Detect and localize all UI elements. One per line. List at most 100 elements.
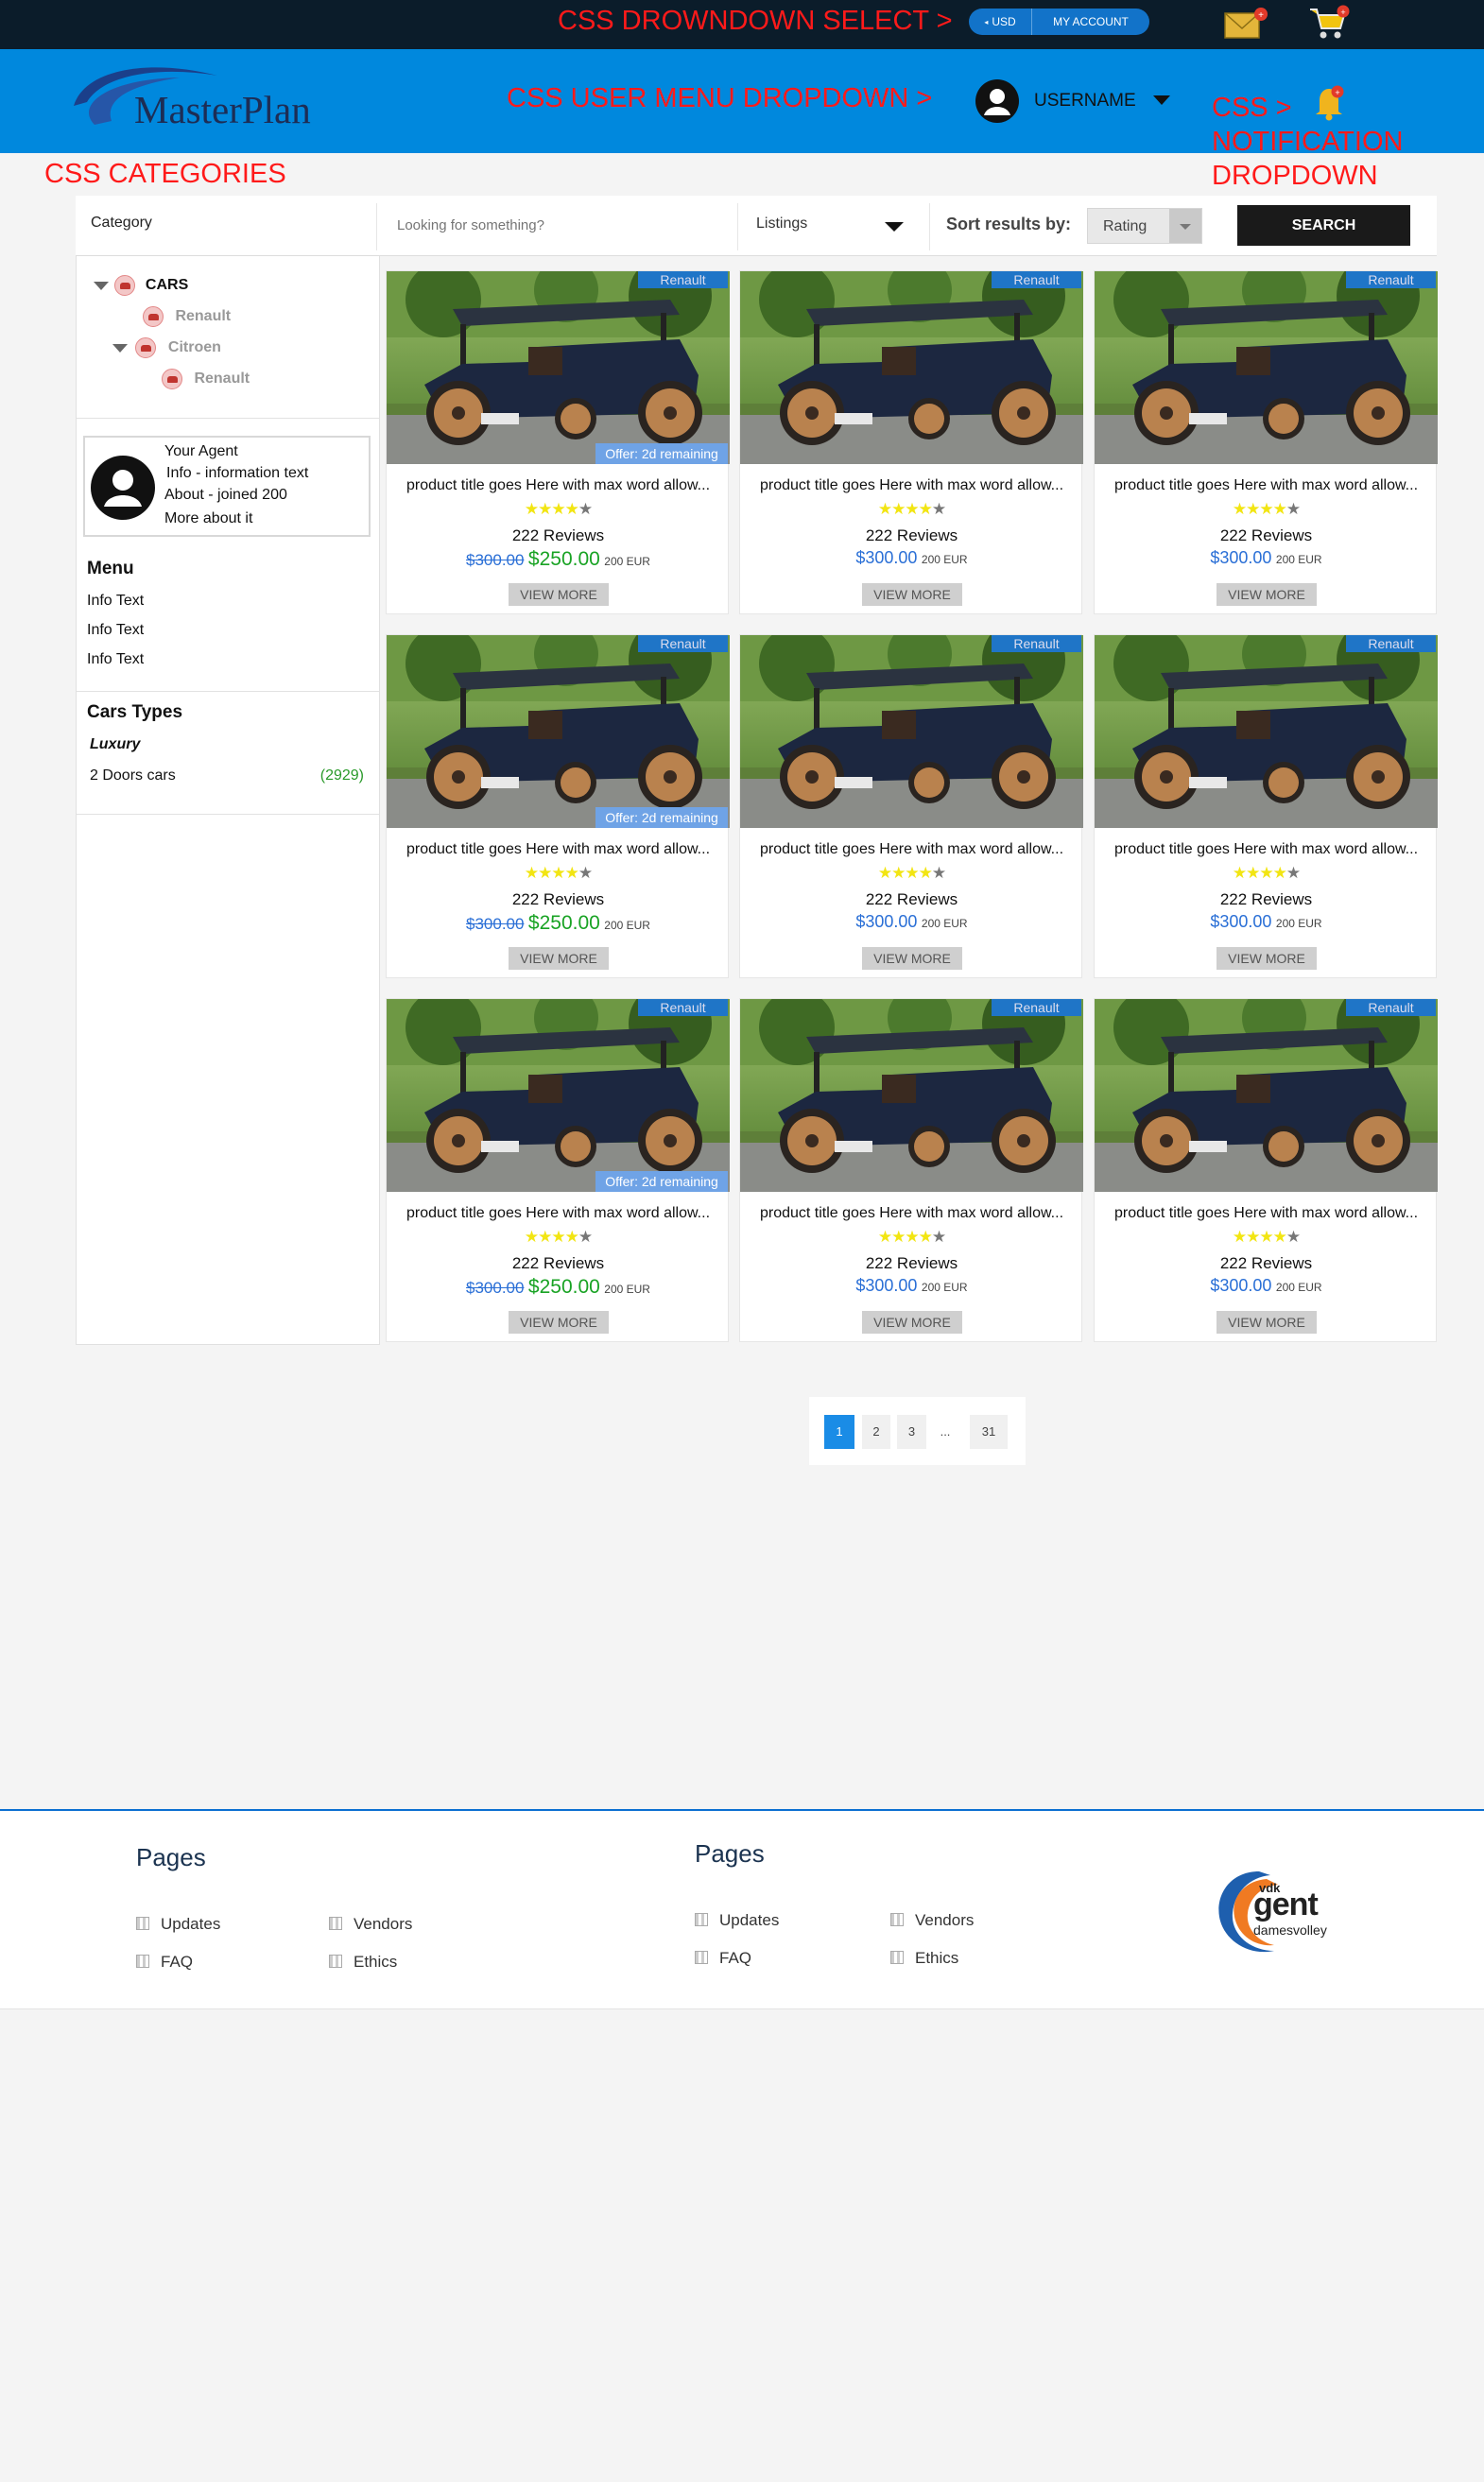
brand-badge: Renault — [1346, 999, 1436, 1016]
tree-item-cars[interactable]: CARS — [94, 275, 188, 296]
search-input[interactable] — [397, 209, 766, 241]
gent-logo[interactable]: vdk gent damesvolley — [1212, 1858, 1354, 1962]
footer-col2-title: Pages — [695, 1839, 765, 1868]
view-more-button[interactable]: VIEW MORE — [862, 583, 962, 606]
product-card[interactable]: Renault product title goes Here with max … — [739, 270, 1083, 614]
product-card[interactable]: Renault product title goes Here with max … — [1094, 998, 1438, 1342]
view-more-button[interactable]: VIEW MORE — [1217, 947, 1317, 970]
product-card[interactable]: Renault product title goes Here with max … — [1094, 634, 1438, 978]
sort-select[interactable]: Rating — [1087, 208, 1202, 244]
product-title[interactable]: product title goes Here with max word al… — [1095, 1205, 1438, 1222]
star-icon: ★ — [564, 500, 579, 518]
product-image[interactable] — [1095, 271, 1438, 464]
brand-badge: Renault — [638, 999, 728, 1016]
page-2-button[interactable]: 2 — [862, 1415, 890, 1449]
review-count: 222 Reviews — [865, 526, 958, 544]
product-image[interactable] — [1095, 999, 1438, 1192]
eur-price: 200 EUR — [921, 1281, 968, 1294]
search-button[interactable]: SEARCH — [1237, 205, 1410, 246]
view-more-button[interactable]: VIEW MORE — [509, 1311, 609, 1334]
currency-select[interactable]: ◂ USD — [969, 9, 1032, 35]
cart-icon[interactable]: + — [1308, 4, 1352, 42]
chevron-down-icon — [1153, 95, 1170, 105]
agent-line-4[interactable]: More about it — [164, 510, 252, 527]
car-type-item[interactable]: 2 Doors cars (2929) — [90, 767, 364, 788]
view-more-button[interactable]: VIEW MORE — [862, 947, 962, 970]
view-more-button[interactable]: VIEW MORE — [509, 583, 609, 606]
view-more-button[interactable]: VIEW MORE — [509, 947, 609, 970]
product-card[interactable]: Renault Offer: 2d remaining product title … — [386, 634, 730, 978]
footer-link-updates[interactable]: Updates — [695, 1911, 779, 1930]
product-image[interactable] — [387, 271, 730, 464]
view-more-button[interactable]: VIEW MORE — [1217, 583, 1317, 606]
footer-link-updates[interactable]: Updates — [136, 1915, 220, 1934]
product-title[interactable]: product title goes Here with max word al… — [740, 1205, 1083, 1222]
product-image[interactable] — [387, 999, 730, 1192]
eur-price: 200 EUR — [1275, 917, 1322, 930]
agent-card[interactable]: Your Agent Info - information text About… — [83, 436, 371, 537]
car-photo — [1095, 999, 1438, 1192]
product-card[interactable]: Renault Offer: 2d remaining product title … — [386, 998, 730, 1342]
car-photo — [740, 271, 1083, 464]
product-image[interactable] — [740, 635, 1083, 828]
footer-link-faq[interactable]: FAQ — [136, 1953, 193, 1972]
mail-icon[interactable]: + — [1223, 6, 1268, 42]
product-title[interactable]: product title goes Here with max word al… — [387, 477, 730, 494]
view-more-button[interactable]: VIEW MORE — [1217, 1311, 1317, 1334]
page-icon — [136, 1917, 149, 1930]
footer-link-vendors[interactable]: Vendors — [890, 1911, 974, 1930]
user-menu[interactable]: USERNAME — [975, 78, 1174, 125]
category-filter[interactable]: Category — [91, 215, 152, 232]
brand-badge: Renault — [638, 635, 728, 652]
offer-badge: Offer: 2d remaining — [595, 1171, 728, 1192]
footer-link-faq[interactable]: FAQ — [695, 1949, 751, 1968]
footer-link-ethics[interactable]: Ethics — [329, 1953, 397, 1972]
star-icon: ★ — [918, 864, 933, 882]
price: $300.00 — [1210, 548, 1272, 567]
review-count: 222 Reviews — [1219, 526, 1313, 544]
tree-item-citroen[interactable]: Citroen — [112, 337, 221, 358]
eur-price: 200 EUR — [1275, 1281, 1322, 1294]
page-3-button[interactable]: 3 — [897, 1415, 926, 1449]
product-card[interactable]: Renault product title goes Here with max … — [1094, 270, 1438, 614]
bell-icon[interactable]: + — [1314, 83, 1346, 121]
star-icon: ★ — [891, 864, 906, 882]
product-image[interactable] — [387, 635, 730, 828]
star-half-icon: ★ — [578, 864, 593, 882]
page-31-button[interactable]: 31 — [970, 1415, 1008, 1449]
old-price: $300.00 — [466, 915, 525, 933]
star-icon: ★ — [905, 1228, 919, 1246]
tree-item-renault-sub[interactable]: Renault — [162, 369, 250, 389]
product-card[interactable]: Renault product title goes Here with max … — [739, 634, 1083, 978]
my-account-button[interactable]: MY ACCOUNT — [1032, 9, 1149, 35]
page-1-button[interactable]: 1 — [824, 1415, 854, 1449]
product-title[interactable]: product title goes Here with max word al… — [1095, 477, 1438, 494]
expand-triangle-icon — [112, 343, 128, 353]
menu-item[interactable]: Info Text — [87, 622, 144, 639]
footer-link-vendors[interactable]: Vendors — [329, 1915, 412, 1934]
star-icon: ★ — [1246, 864, 1260, 882]
listings-dropdown[interactable]: Listings — [737, 196, 917, 256]
product-image[interactable] — [1095, 635, 1438, 828]
star-icon: ★ — [524, 500, 539, 518]
product-image[interactable] — [740, 999, 1083, 1192]
menu-item[interactable]: Info Text — [87, 593, 144, 610]
product-image[interactable] — [740, 271, 1083, 464]
product-title[interactable]: product title goes Here with max word al… — [1095, 841, 1438, 858]
product-title[interactable]: product title goes Here with max word al… — [740, 841, 1083, 858]
product-title[interactable]: product title goes Here with max word al… — [387, 1205, 730, 1222]
masterplan-logo[interactable]: MasterPlan — [66, 59, 331, 146]
gent-logo-sub: damesvolley — [1253, 1922, 1327, 1938]
car-photo — [740, 635, 1083, 828]
star-rating: ★★★★★ — [1095, 1228, 1438, 1247]
footer-link-ethics[interactable]: Ethics — [890, 1949, 958, 1968]
footer-col1-title: Pages — [136, 1843, 206, 1871]
product-card[interactable]: Renault product title goes Here with max … — [739, 998, 1083, 1342]
product-title[interactable]: product title goes Here with max word al… — [740, 477, 1083, 494]
product-card[interactable]: Renault Offer: 2d remaining product title … — [386, 270, 730, 614]
star-icon: ★ — [564, 864, 579, 882]
tree-item-renault[interactable]: Renault — [143, 306, 231, 327]
view-more-button[interactable]: VIEW MORE — [862, 1311, 962, 1334]
menu-item[interactable]: Info Text — [87, 651, 144, 668]
product-title[interactable]: product title goes Here with max word al… — [387, 841, 730, 858]
